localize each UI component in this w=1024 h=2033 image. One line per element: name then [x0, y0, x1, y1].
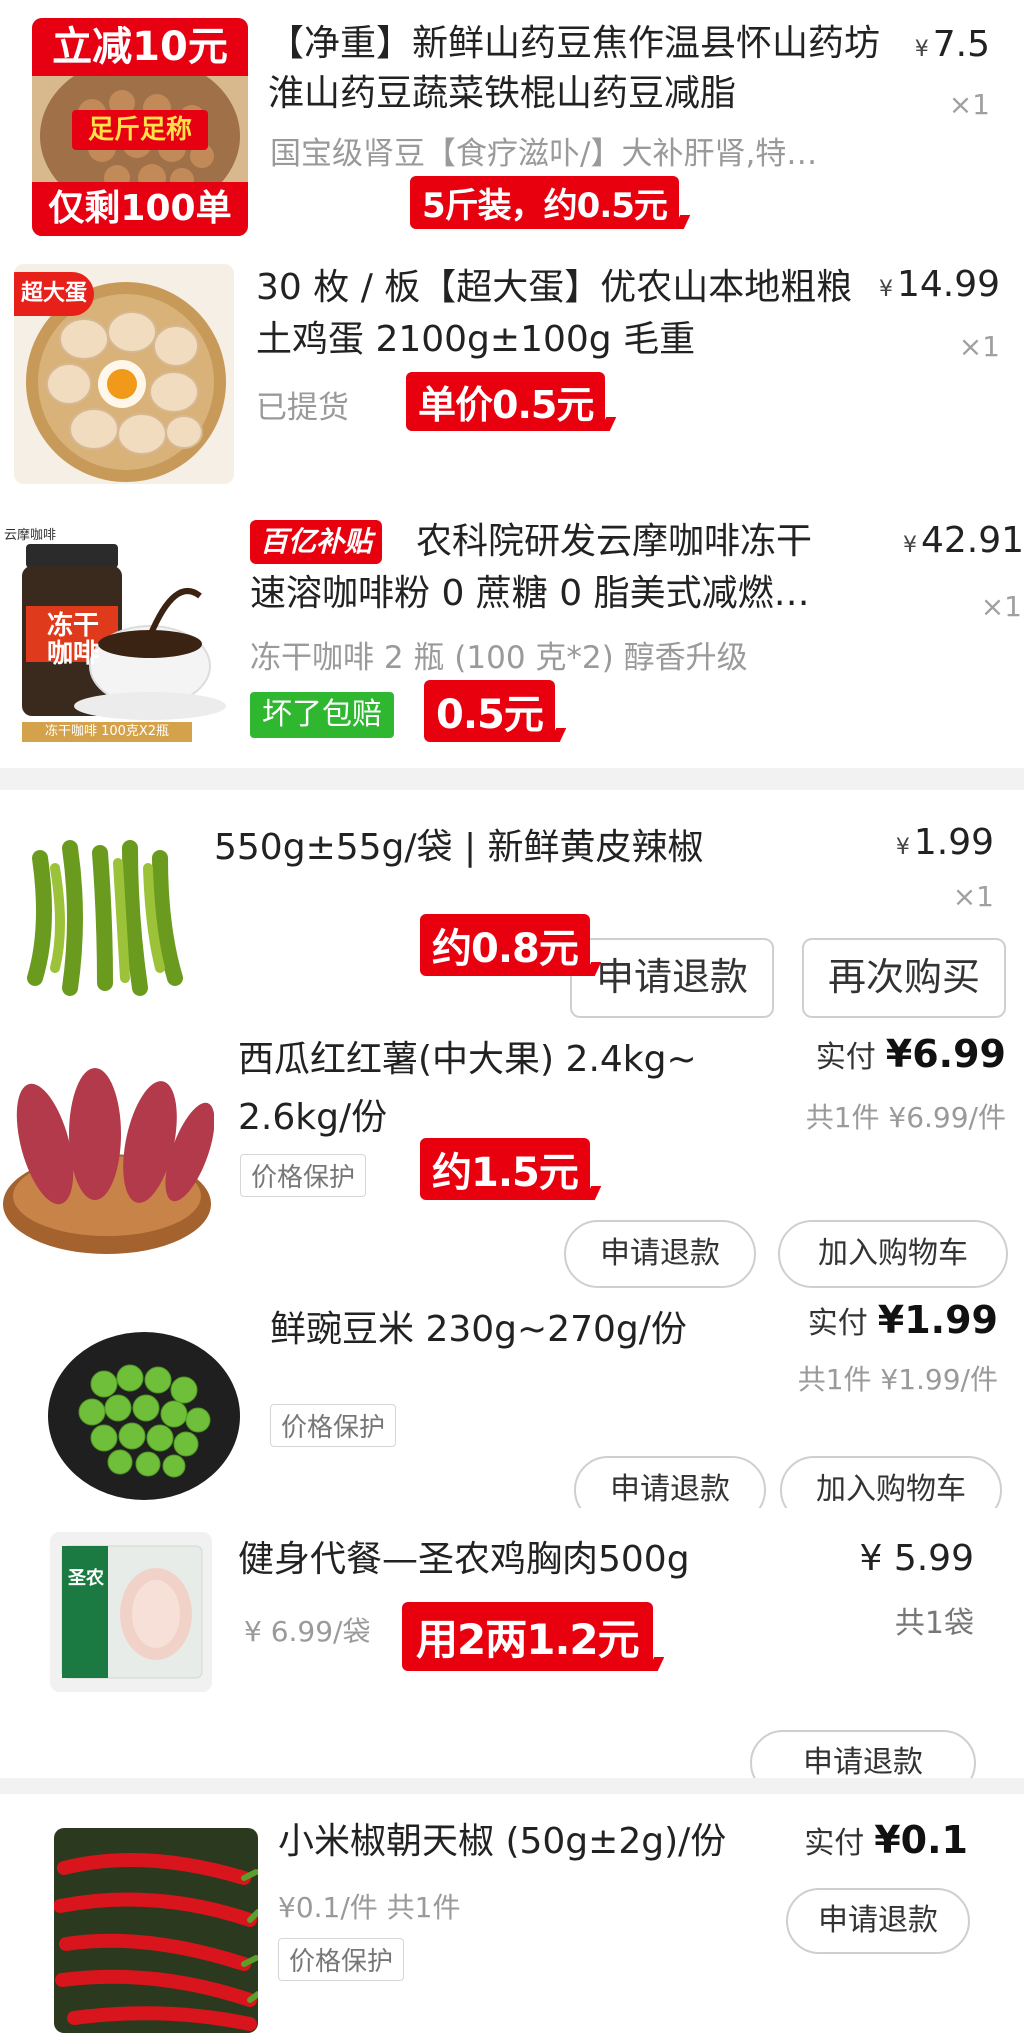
product-price: ¥1.99 [895, 822, 994, 863]
paid-amount: 实付 ¥1.99 [807, 1298, 998, 1342]
sweet-potatoes-image [0, 1034, 214, 1260]
product-thumbnail[interactable] [54, 1828, 258, 2033]
order-item-sweetpotato[interactable]: 西瓜红红薯(中大果) 2.4kg~ 2.6kg/份 价格保护 实付 ¥6.99 共… [0, 1030, 1024, 1288]
product-thumbnail[interactable]: 云摩咖啡 冻干 咖啡 冻干咖啡 100克X2瓶 [0, 516, 228, 744]
product-title-line1[interactable]: 30 枚 / 板【超大蛋】优农山本地粗粮 [256, 262, 876, 314]
brand-label: 云摩咖啡 [4, 528, 57, 543]
price-protection-tag[interactable]: 价格保护 [240, 1154, 367, 1197]
product-thumbnail[interactable] [34, 1304, 246, 1516]
unit-price: ¥ 6.99/袋 [244, 1615, 371, 1648]
unit-info: 共1件 ¥1.99/件 [797, 1363, 998, 1396]
section-divider [0, 768, 1024, 790]
thumb-banner-mid: 足斤足称 [72, 110, 208, 150]
order-item-chicken[interactable]: 圣农 健身代餐—圣农鸡胸肉500g ¥ 6.99/袋 ¥ 5.99 共1袋 申请… [0, 1508, 1024, 1796]
red-chili-image [54, 1828, 258, 2033]
product-thumbnail[interactable] [10, 818, 192, 1006]
product-thumbnail[interactable]: 立减10元 足斤足称 仅剩100单 [32, 18, 248, 236]
order-item-pepper[interactable]: 550g±55g/袋 | 新鲜黄皮辣椒 ¥1.99 ×1 申请退款 再次购买 约… [0, 800, 1024, 1018]
product-price: ¥42.91 [902, 520, 1024, 561]
product-title-line1[interactable]: 550g±55g/袋 | 新鲜黄皮辣椒 [214, 822, 814, 874]
refund-button[interactable]: 申请退款 [564, 1220, 756, 1288]
subsidy-badge: 百亿补贴 [250, 520, 383, 564]
product-title-line2[interactable]: 淮山药豆蔬菜铁棍山药豆减脂 [268, 68, 898, 120]
refund-button[interactable]: 申请退款 [570, 938, 774, 1018]
product-price: ¥7.5 [914, 24, 990, 65]
pack-brand: 圣农 [68, 1568, 104, 1589]
chicken-pack-image [50, 1532, 212, 1692]
add-to-cart-button[interactable]: 加入购物车 [778, 1220, 1008, 1288]
product-title-line1[interactable]: 农科院研发云摩咖啡冻干 [416, 516, 856, 568]
product-thumbnail[interactable]: 超大蛋 [14, 264, 234, 484]
product-subtitle: 冻干咖啡 2 瓶 (100 克*2) 醇香升级 [250, 640, 748, 676]
product-title-line2[interactable]: 速溶咖啡粉 0 蔗糖 0 脂美式减燃… [250, 568, 870, 620]
order-item-eggs[interactable]: 超大蛋 30 枚 / 板【超大蛋】优农山本地粗粮 土鸡蛋 2100g±100g … [0, 250, 1024, 490]
annotation-note: 约1.5元 [420, 1138, 590, 1200]
annotation-note: 用2两1.2元 [402, 1602, 653, 1671]
thumb-badge: 超大蛋 [14, 272, 94, 316]
product-title-line2[interactable]: 土鸡蛋 2100g±100g 毛重 [256, 314, 876, 366]
product-qty: ×1 [980, 590, 1022, 623]
jar-caption: 冻干咖啡 100克X2瓶 [22, 722, 192, 742]
rebuy-button[interactable]: 再次购买 [802, 938, 1006, 1018]
product-qty: 共1袋 [894, 1606, 974, 1641]
product-title-line1[interactable]: 【净重】新鲜山药豆焦作温县怀山药坊 [268, 18, 898, 70]
guarantee-badge: 坏了包赔 [250, 692, 394, 738]
product-thumbnail[interactable] [0, 1034, 214, 1260]
unit-info: 共1件 ¥6.99/件 [805, 1101, 1006, 1134]
annotation-note: 5斤装，约0.5元 [410, 176, 679, 229]
product-price: ¥14.99 [878, 264, 1000, 305]
green-peppers-image [10, 818, 192, 1006]
product-title-line1[interactable]: 小米椒朝天椒 (50g±2g)/份 [278, 1816, 758, 1868]
product-title-line1[interactable]: 鲜豌豆米 230g~270g/份 [270, 1304, 770, 1356]
annotation-note: 约0.8元 [420, 914, 590, 976]
delivery-status: 已提货 [256, 390, 349, 426]
refund-button[interactable]: 申请退款 [786, 1888, 970, 1954]
unit-info: ¥0.1/件 共1件 [278, 1891, 461, 1924]
order-item-chili[interactable]: 小米椒朝天椒 (50g±2g)/份 ¥0.1/件 共1件 价格保护 实付 ¥0.1… [0, 1794, 1024, 2033]
product-title-line2[interactable]: 2.6kg/份 [238, 1092, 738, 1144]
product-thumbnail[interactable]: 圣农 [50, 1532, 212, 1692]
product-qty: ×1 [958, 330, 1000, 363]
product-qty: ×1 [952, 880, 994, 913]
section-divider [0, 1778, 1024, 1794]
product-qty: ×1 [948, 88, 990, 121]
thumb-banner-top: 立减10元 [32, 18, 248, 76]
thumb-banner-bottom: 仅剩100单 [32, 182, 248, 236]
product-price: ¥ 5.99 [859, 1538, 974, 1579]
order-item-peas[interactable]: 鲜豌豆米 230g~270g/份 价格保护 实付 ¥1.99 共1件 ¥1.99/… [0, 1296, 1024, 1524]
order-item-yam[interactable]: 立减10元 足斤足称 仅剩100单 【净重】新鲜山药豆焦作温县怀山药坊 淮山药豆… [0, 0, 1024, 240]
product-subtitle: 国宝级肾豆【食疗滋卟/】大补肝肾,特… [270, 136, 818, 172]
annotation-note: 单价0.5元 [406, 372, 606, 431]
order-item-coffee[interactable]: 云摩咖啡 冻干 咖啡 冻干咖啡 100克X2瓶 百亿补贴 农科院研发云摩咖啡冻干 … [0, 500, 1024, 760]
paid-amount: 实付 ¥6.99 [815, 1032, 1006, 1076]
annotation-note: 0.5元 [424, 680, 555, 742]
product-title-line1[interactable]: 西瓜红红薯(中大果) 2.4kg~ [238, 1034, 778, 1086]
price-protection-tag[interactable]: 价格保护 [270, 1404, 397, 1447]
jar-label: 冻干 咖啡 [46, 611, 99, 669]
paid-amount: 实付 ¥0.1 [804, 1818, 968, 1862]
price-protection-tag[interactable]: 价格保护 [278, 1938, 405, 1981]
green-peas-image [34, 1304, 246, 1516]
product-title-line1[interactable]: 健身代餐—圣农鸡胸肉500g [238, 1534, 758, 1586]
